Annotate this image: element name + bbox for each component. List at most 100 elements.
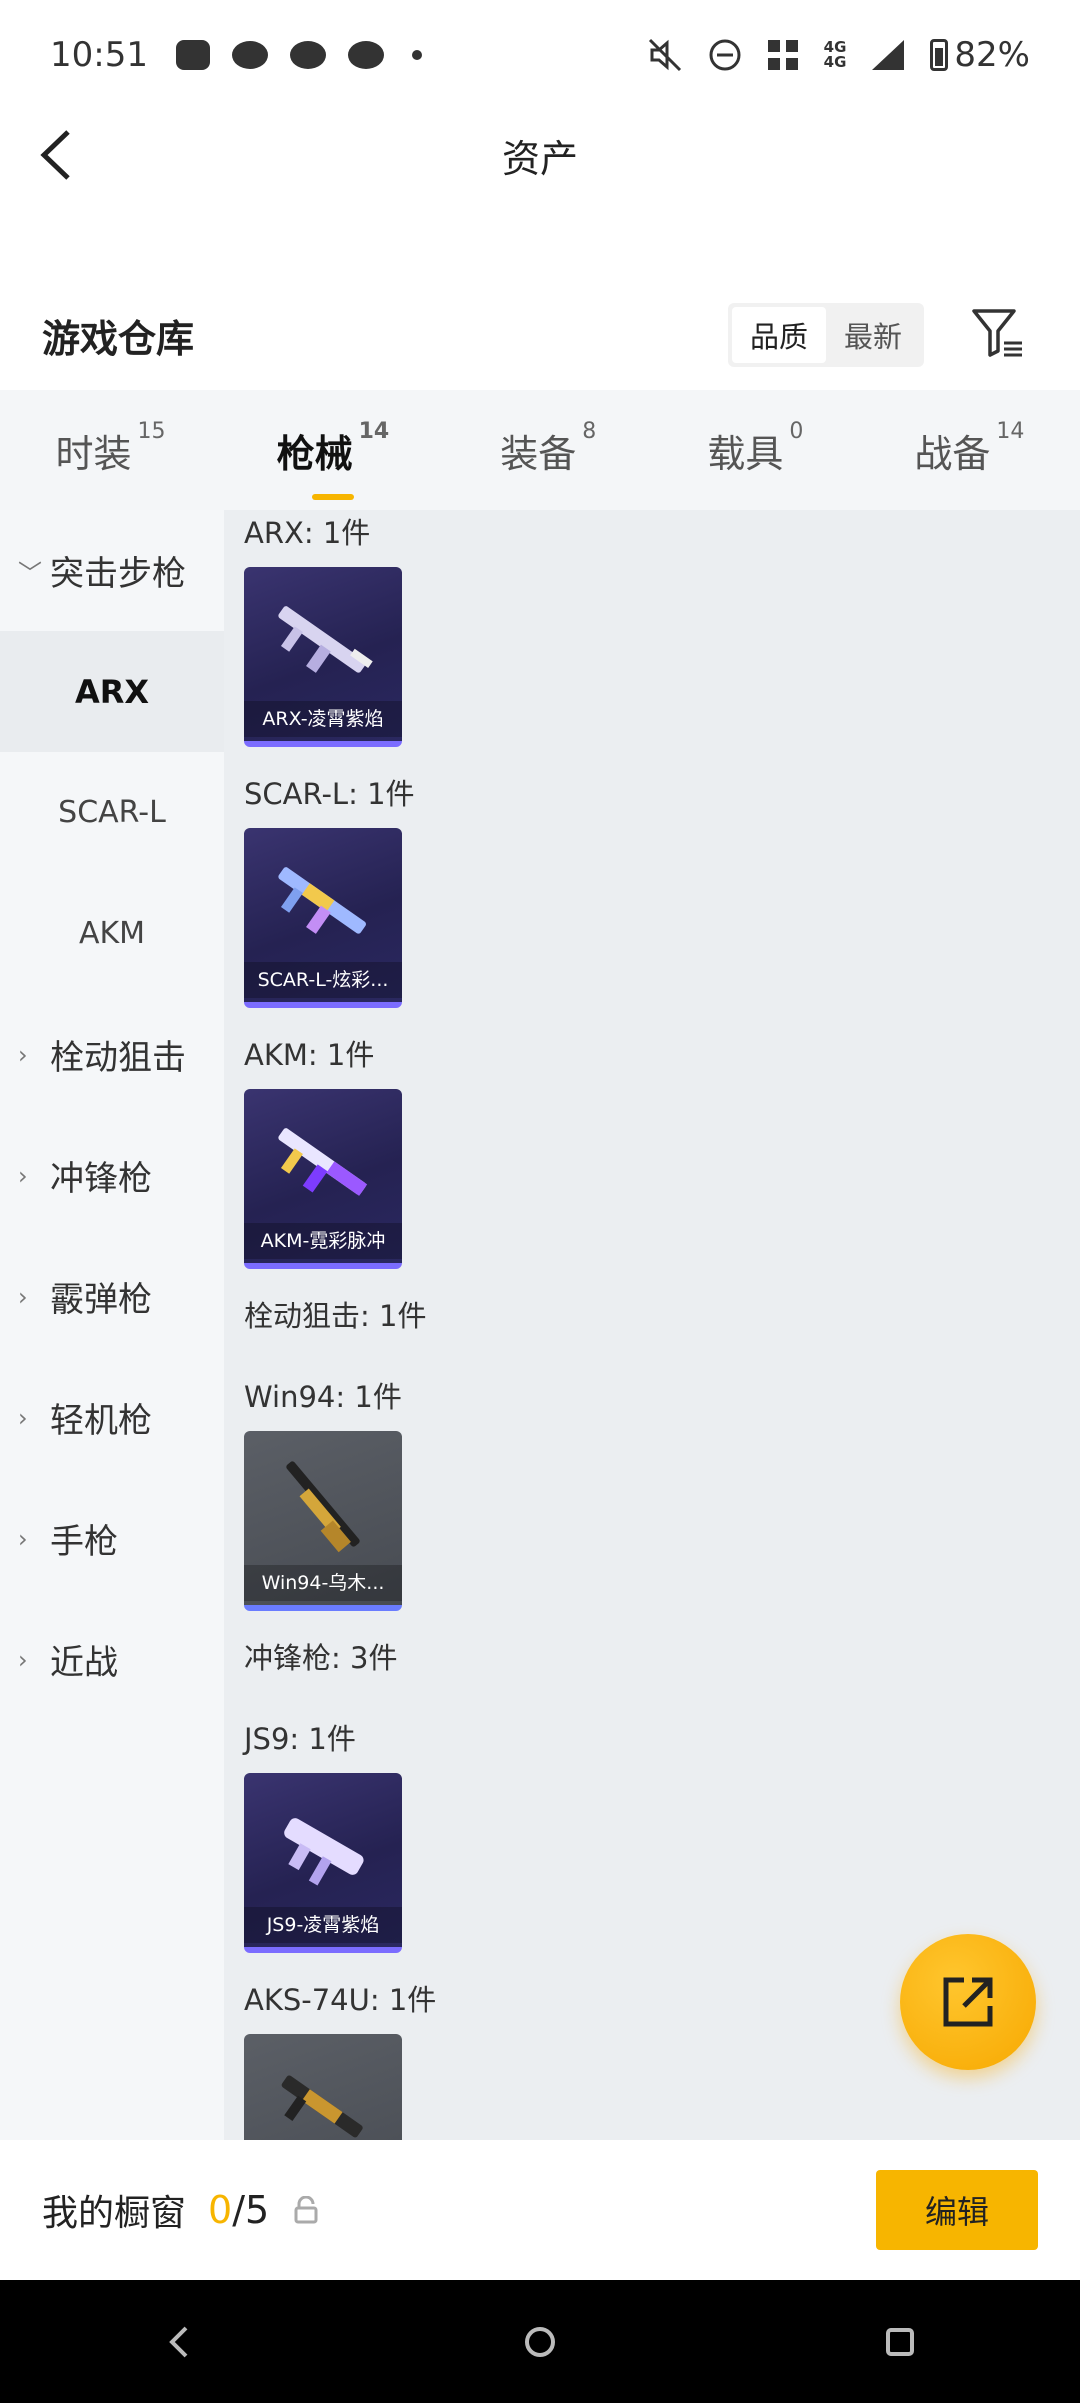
- chevron-down-icon: ﹀: [18, 559, 42, 587]
- tab-count: 15: [137, 418, 166, 444]
- sidebar-item-assault-rifle[interactable]: ﹀ 突击步枪: [0, 510, 224, 631]
- battery: 82%: [930, 35, 1030, 75]
- sidebar-item-label: 冲锋枪: [50, 1159, 152, 1199]
- page-title: 资产: [501, 137, 578, 181]
- rifle-icon: [278, 867, 366, 934]
- showcase-total: /5: [232, 2188, 270, 2232]
- rifle-icon: [278, 1128, 368, 1196]
- sort-newest[interactable]: 最新: [826, 307, 920, 363]
- warehouse-title: 游戏仓库: [42, 316, 195, 361]
- item-card-win94[interactable]: Win94-乌木...: [244, 1431, 402, 1611]
- sidebar-item-scar-l[interactable]: SCAR-L: [0, 752, 224, 873]
- group-label-aks: AKS-74U: 1件: [244, 1983, 437, 2017]
- smg-icon: [284, 1818, 364, 1886]
- tab-count: 14: [996, 418, 1025, 444]
- item-card-js9[interactable]: JS9-凌霄紫焰: [244, 1773, 402, 1953]
- sidebar-item-label: 手枪: [50, 1522, 118, 1562]
- tab-equipment[interactable]: 装备 8: [486, 419, 610, 478]
- showcase-bar: 我的橱窗 0/5 编辑: [0, 2140, 1080, 2280]
- sidebar-item-melee[interactable]: › 近战: [0, 1599, 224, 1720]
- group-label-sniper: 栓动狙击: 1件: [244, 1299, 427, 1333]
- nav-home-icon[interactable]: [520, 2322, 560, 2362]
- group-label-smg: 冲锋枪: 3件: [244, 1641, 398, 1675]
- group-label-win94: Win94: 1件: [244, 1380, 402, 1414]
- weapon-type-sidebar: ﹀ 突击步枪 ARX SCAR-L AKM › 栓动狙击 › 冲锋枪 › 霰弹枪 › 轻机…: [0, 510, 224, 2140]
- item-card-name: ARX-凌霄紫焰: [244, 701, 402, 737]
- sidebar-item-label: 突击步枪: [50, 554, 186, 594]
- rifle-icon: [281, 2075, 363, 2138]
- tab-vehicles[interactable]: 载具 0: [693, 419, 817, 478]
- group-label-arx: ARX: 1件: [244, 516, 371, 550]
- group-label-js9: JS9: 1件: [244, 1722, 356, 1756]
- sort-toggle: 品质 最新: [727, 303, 924, 367]
- mute-icon: [648, 38, 681, 72]
- rifle-icon: [278, 606, 373, 673]
- weapon-list[interactable]: ARX: 1件 ARX-凌霄紫焰 SCAR-L: 1件 SCAR-L-炫彩...…: [224, 510, 1080, 2140]
- tab-count: 8: [582, 418, 597, 444]
- showcase-label: 我的橱窗: [42, 2193, 187, 2234]
- status-bar: 10:51 4G 4G 82%: [0, 0, 1080, 110]
- battery-icon: [930, 39, 949, 71]
- message-icon: [175, 40, 210, 70]
- notification-icons: [175, 40, 422, 70]
- sidebar-item-label: ARX: [74, 672, 150, 711]
- rifle-icon: [286, 1461, 360, 1553]
- lock-icon: [294, 2196, 318, 2224]
- sidebar-item-pistol[interactable]: › 手枪: [0, 1478, 224, 1599]
- sidebar-item-shotgun[interactable]: › 霰弹枪: [0, 1236, 224, 1357]
- group-label-scar: SCAR-L: 1件: [244, 777, 415, 811]
- chevron-right-icon: ›: [18, 1040, 28, 1069]
- status-time: 10:51: [50, 35, 148, 75]
- item-card-scar-l[interactable]: SCAR-L-炫彩...: [244, 828, 402, 1008]
- sidebar-item-label: 霰弹枪: [50, 1280, 152, 1320]
- tab-label: 时装: [55, 431, 132, 476]
- item-card-name: Win94-乌木...: [244, 1565, 402, 1601]
- chevron-right-icon: ›: [18, 1524, 28, 1553]
- tab-label: 载具: [707, 431, 784, 476]
- more-notifications-icon: [411, 50, 422, 60]
- sidebar-item-smg[interactable]: › 冲锋枪: [0, 1115, 224, 1236]
- tab-count: 0: [789, 418, 804, 444]
- battery-level: 82%: [954, 35, 1030, 75]
- app-header: 资产: [0, 110, 1080, 200]
- chevron-right-icon: ›: [18, 1645, 28, 1674]
- filter-button[interactable]: [970, 305, 1030, 365]
- tab-label: 战备: [914, 431, 991, 476]
- sidebar-item-arx[interactable]: ARX: [0, 631, 224, 752]
- sidebar-item-label: 栓动狙击: [50, 1038, 186, 1078]
- tab-firearms[interactable]: 枪械 14: [263, 419, 404, 478]
- tab-count: 14: [358, 418, 390, 444]
- item-card-name: JS9-凌霄紫焰: [244, 1907, 402, 1943]
- signal-icon: [872, 40, 905, 70]
- group-label-akm: AKM: 1件: [244, 1038, 375, 1072]
- tab-fashion[interactable]: 时装 15: [42, 419, 180, 478]
- sidebar-item-label: AKM: [78, 916, 146, 951]
- item-card-name: SCAR-L-炫彩...: [244, 962, 402, 998]
- sidebar-item-akm[interactable]: AKM: [0, 873, 224, 994]
- sidebar-item-bolt-sniper[interactable]: › 栓动狙击: [0, 994, 224, 1115]
- share-button[interactable]: [900, 1934, 1036, 2070]
- tab-label: 枪械: [276, 431, 353, 476]
- system-icons: 4G 4G 82%: [648, 35, 1030, 75]
- wechat-icon: [231, 41, 268, 69]
- item-card-name: AKM-霓彩脉冲: [244, 1223, 402, 1259]
- chevron-right-icon: ›: [18, 1161, 28, 1190]
- item-card-aks-74u[interactable]: [244, 2034, 402, 2140]
- tab-supplies[interactable]: 战备 14: [900, 419, 1038, 478]
- item-card-arx[interactable]: ARX-凌霄紫焰: [244, 567, 402, 747]
- network-type-2: 4G: [823, 53, 847, 71]
- showcase-count: 0/5: [208, 2188, 269, 2232]
- edit-button[interactable]: 编辑: [876, 2170, 1038, 2250]
- sidebar-item-label: 轻机枪: [50, 1401, 152, 1441]
- item-card-akm[interactable]: AKM-霓彩脉冲: [244, 1089, 402, 1269]
- external-link-icon: [943, 1977, 993, 2027]
- category-tabs: 时装 15 枪械 14 装备 8 载具 0 战备 14: [0, 390, 1080, 510]
- wechat-icon: [289, 41, 326, 69]
- showcase-current: 0: [208, 2188, 233, 2232]
- sort-quality[interactable]: 品质: [731, 307, 826, 363]
- network-type: 4G 4G: [824, 40, 847, 70]
- nav-back-icon[interactable]: [160, 2322, 200, 2362]
- sidebar-item-lmg[interactable]: › 轻机枪: [0, 1357, 224, 1478]
- nav-recents-icon[interactable]: [880, 2322, 920, 2362]
- tab-label: 装备: [500, 431, 577, 476]
